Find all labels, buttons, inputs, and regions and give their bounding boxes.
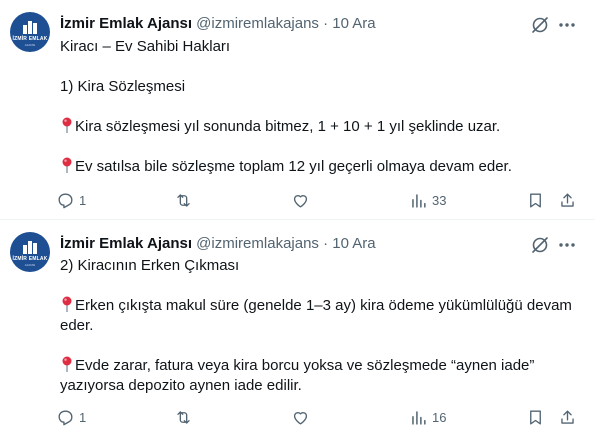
bookmark-icon [530,409,541,425]
bookmark-button[interactable] [526,407,545,427]
tweet-text: Kiracı – Ev Sahibi Hakları 1) Kira Sözle… [60,37,580,177]
tweet-line-text: Kira sözleşmesi yıl sonunda bitmez, 1 + … [75,118,501,135]
grok-icon[interactable] [530,15,550,35]
author-name[interactable]: İzmir Emlak Ajansı [60,15,192,32]
tweet-date[interactable]: 10 Ara [332,235,375,252]
header-separator: · [323,15,329,32]
round-pushpin-icon [62,296,72,312]
tweet-line-text: Evde zarar, fatura veya kira borcu yoksa… [60,357,535,394]
tweet-line: Kiracı – Ev Sahibi Hakları [60,38,231,55]
views-icon [412,193,426,208]
tweet-line: Kira sözleşmesi yıl sonunda bitmez, 1 + … [60,117,580,137]
round-pushpin-icon [62,356,72,372]
tweet-line: 1) Kira Sözleşmesi [60,78,186,95]
like-button[interactable] [291,190,314,210]
share-icon [561,409,574,424]
tweet-text: 2) Kiracının Erken Çıkması Erken çıkışta… [60,256,580,396]
bookmark-button[interactable] [526,190,545,210]
views-button[interactable]: 33 [409,190,446,210]
bookmark-icon [530,192,541,208]
grok-icon[interactable] [530,235,550,255]
author-handle[interactable]: @izmiremlakajans [196,235,319,252]
tweet[interactable]: İZMİR EMLAK AJANSI İzmir Emlak Ajansı @i… [0,220,595,439]
author-handle[interactable]: @izmiremlakajans [196,15,319,32]
round-pushpin-icon [62,117,72,133]
views-count: 16 [432,409,447,425]
like-button[interactable] [291,407,314,427]
avatar[interactable]: İZMİR EMLAK AJANSI [10,12,50,52]
tweet-date[interactable]: 10 Ara [332,15,375,32]
retweet-icon [177,410,190,424]
reply-count: 1 [79,409,87,425]
heart-icon [293,194,308,208]
tweet-header: İzmir Emlak Ajansı @izmiremlakajans · 10… [60,234,376,254]
action-bar: 1 33 [56,190,586,214]
round-pushpin-icon [62,157,72,173]
views-count: 33 [432,192,447,208]
retweet-button[interactable] [174,407,197,427]
building-logo-icon [23,20,37,34]
reply-button[interactable]: 1 [56,190,86,210]
building-logo-icon [23,240,37,254]
heart-icon [293,411,308,425]
tweet-line: 2) Kiracının Erken Çıkması [60,257,240,274]
action-bar: 1 16 [56,407,586,431]
tweet-line: Evde zarar, fatura veya kira borcu yoksa… [60,356,580,396]
share-button[interactable] [558,190,577,210]
avatar-logo-text: İZMİR EMLAK [12,35,48,42]
avatar-logo-subtext: AJANSI [24,42,36,47]
reply-icon [58,409,73,425]
tweet-line-text: Erken çıkışta makul süre (genelde 1–3 ay… [60,297,572,334]
avatar-logo-subtext: AJANSI [24,262,36,267]
share-button[interactable] [558,407,577,427]
reply-button[interactable]: 1 [56,407,86,427]
views-button[interactable]: 16 [409,407,446,427]
retweet-button[interactable] [174,190,197,210]
more-icon[interactable] [556,15,578,35]
header-separator: · [323,235,329,252]
tweet-line: Ev satılsa bile sözleşme toplam 12 yıl g… [60,157,580,177]
tweet-header: İzmir Emlak Ajansı @izmiremlakajans · 10… [60,14,376,34]
reply-count: 1 [79,192,87,208]
tweet-line: Erken çıkışta makul süre (genelde 1–3 ay… [60,296,580,336]
share-icon [561,192,574,207]
retweet-icon [177,193,190,207]
tweet[interactable]: İZMİR EMLAK AJANSI İzmir Emlak Ajansı @i… [0,0,595,220]
author-name[interactable]: İzmir Emlak Ajansı [60,235,192,252]
more-icon[interactable] [556,235,578,255]
tweet-line-text: Ev satılsa bile sözleşme toplam 12 yıl g… [75,158,512,175]
avatar-logo-text: İZMİR EMLAK [12,255,48,262]
avatar[interactable]: İZMİR EMLAK AJANSI [10,232,50,272]
views-icon [412,410,426,425]
reply-icon [58,192,73,208]
